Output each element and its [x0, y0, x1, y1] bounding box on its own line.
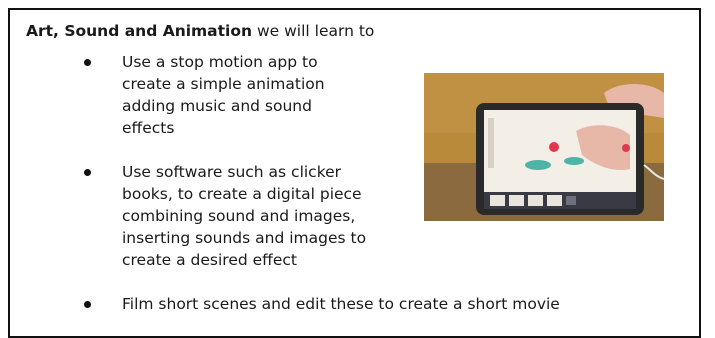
timeline-frame [528, 195, 543, 206]
bullet-item: Use software such as clicker books, to c… [122, 163, 367, 269]
tablet-photo [424, 73, 664, 221]
screen-slider [488, 118, 494, 168]
timeline-add-frame [566, 196, 576, 205]
clay-red [549, 142, 559, 152]
section-heading: Art, Sound and Animation we will learn t… [26, 20, 374, 42]
bullet-dot [84, 169, 91, 176]
heading-subtitle: we will learn to [252, 22, 375, 40]
bullet-item: Film short scenes and edit these to crea… [122, 295, 560, 313]
bullet-dot [84, 59, 91, 66]
tablet-photo-svg [424, 73, 664, 221]
clay-teal-1 [525, 160, 551, 170]
bullet-item: Use a stop motion app to create a simple… [122, 53, 325, 137]
clay-teal-2 [564, 157, 584, 165]
bullet-dot [84, 301, 91, 308]
timeline-frame [547, 195, 562, 206]
record-icon [622, 144, 630, 152]
content-panel: Art, Sound and Animation we will learn t… [8, 8, 701, 338]
timeline-frame [490, 195, 505, 206]
heading-title: Art, Sound and Animation [26, 22, 253, 40]
timeline-frame [509, 195, 524, 206]
